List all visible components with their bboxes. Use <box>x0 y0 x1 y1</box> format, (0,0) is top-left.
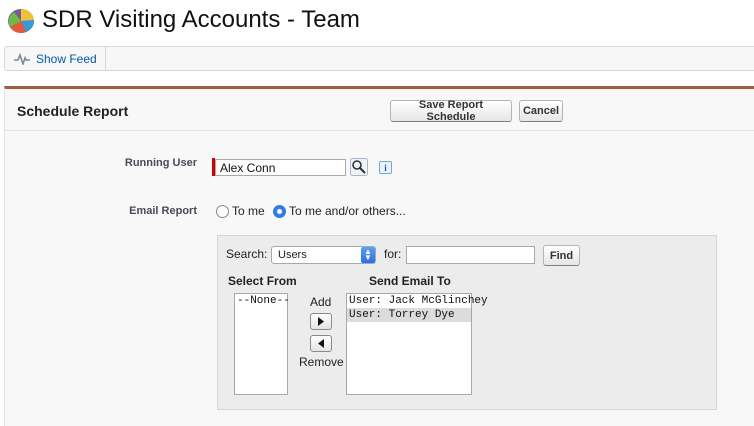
info-icon[interactable]: i <box>379 161 392 174</box>
for-label: for: <box>384 247 402 261</box>
add-label: Add <box>310 295 332 309</box>
report-pie-logo-icon <box>8 8 35 33</box>
section-title: Schedule Report <box>17 103 129 119</box>
save-report-schedule-button[interactable]: Save Report Schedule <box>390 99 512 123</box>
lookup-magnifier-icon[interactable] <box>350 158 368 176</box>
find-button[interactable]: Find <box>543 245 580 266</box>
send-email-to-list[interactable]: User: Jack McGlinchey User: Torrey Dye <box>346 293 488 395</box>
list-item[interactable]: User: Jack McGlinchey <box>347 294 488 308</box>
list-item[interactable]: --None-- <box>235 294 290 308</box>
feed-bar <box>4 46 754 71</box>
running-user-label: Running User <box>124 157 197 169</box>
search-label: Search: <box>226 247 268 261</box>
add-button[interactable] <box>310 313 332 330</box>
select-from-header: Select From <box>228 274 297 288</box>
remove-button[interactable] <box>310 335 332 352</box>
arrow-left-icon <box>318 339 324 348</box>
show-feed-button[interactable]: Show Feed <box>4 46 106 71</box>
radio-to-me[interactable] <box>216 205 229 218</box>
page-title: SDR Visiting Accounts - Team <box>42 6 360 33</box>
select-arrows-icon: ▲ ▼ <box>361 247 375 263</box>
show-feed-label: Show Feed <box>36 51 97 66</box>
cancel-button[interactable]: Cancel <box>519 100 563 122</box>
send-email-to-header: Send Email To <box>369 274 451 288</box>
radio-to-me-label: To me <box>232 204 265 218</box>
select-from-list[interactable]: --None-- <box>234 293 290 395</box>
remove-label: Remove <box>299 355 344 369</box>
email-report-label: Email Report <box>129 205 197 217</box>
list-item[interactable]: User: Torrey Dye <box>347 308 471 322</box>
running-user-input[interactable] <box>215 159 346 176</box>
feed-pulse-icon <box>14 52 30 65</box>
arrow-right-icon <box>318 317 324 326</box>
radio-to-me-and-others[interactable] <box>273 205 286 218</box>
radio-to-me-and-others-label: To me and/or others... <box>289 204 406 218</box>
search-for-input[interactable] <box>406 246 535 264</box>
